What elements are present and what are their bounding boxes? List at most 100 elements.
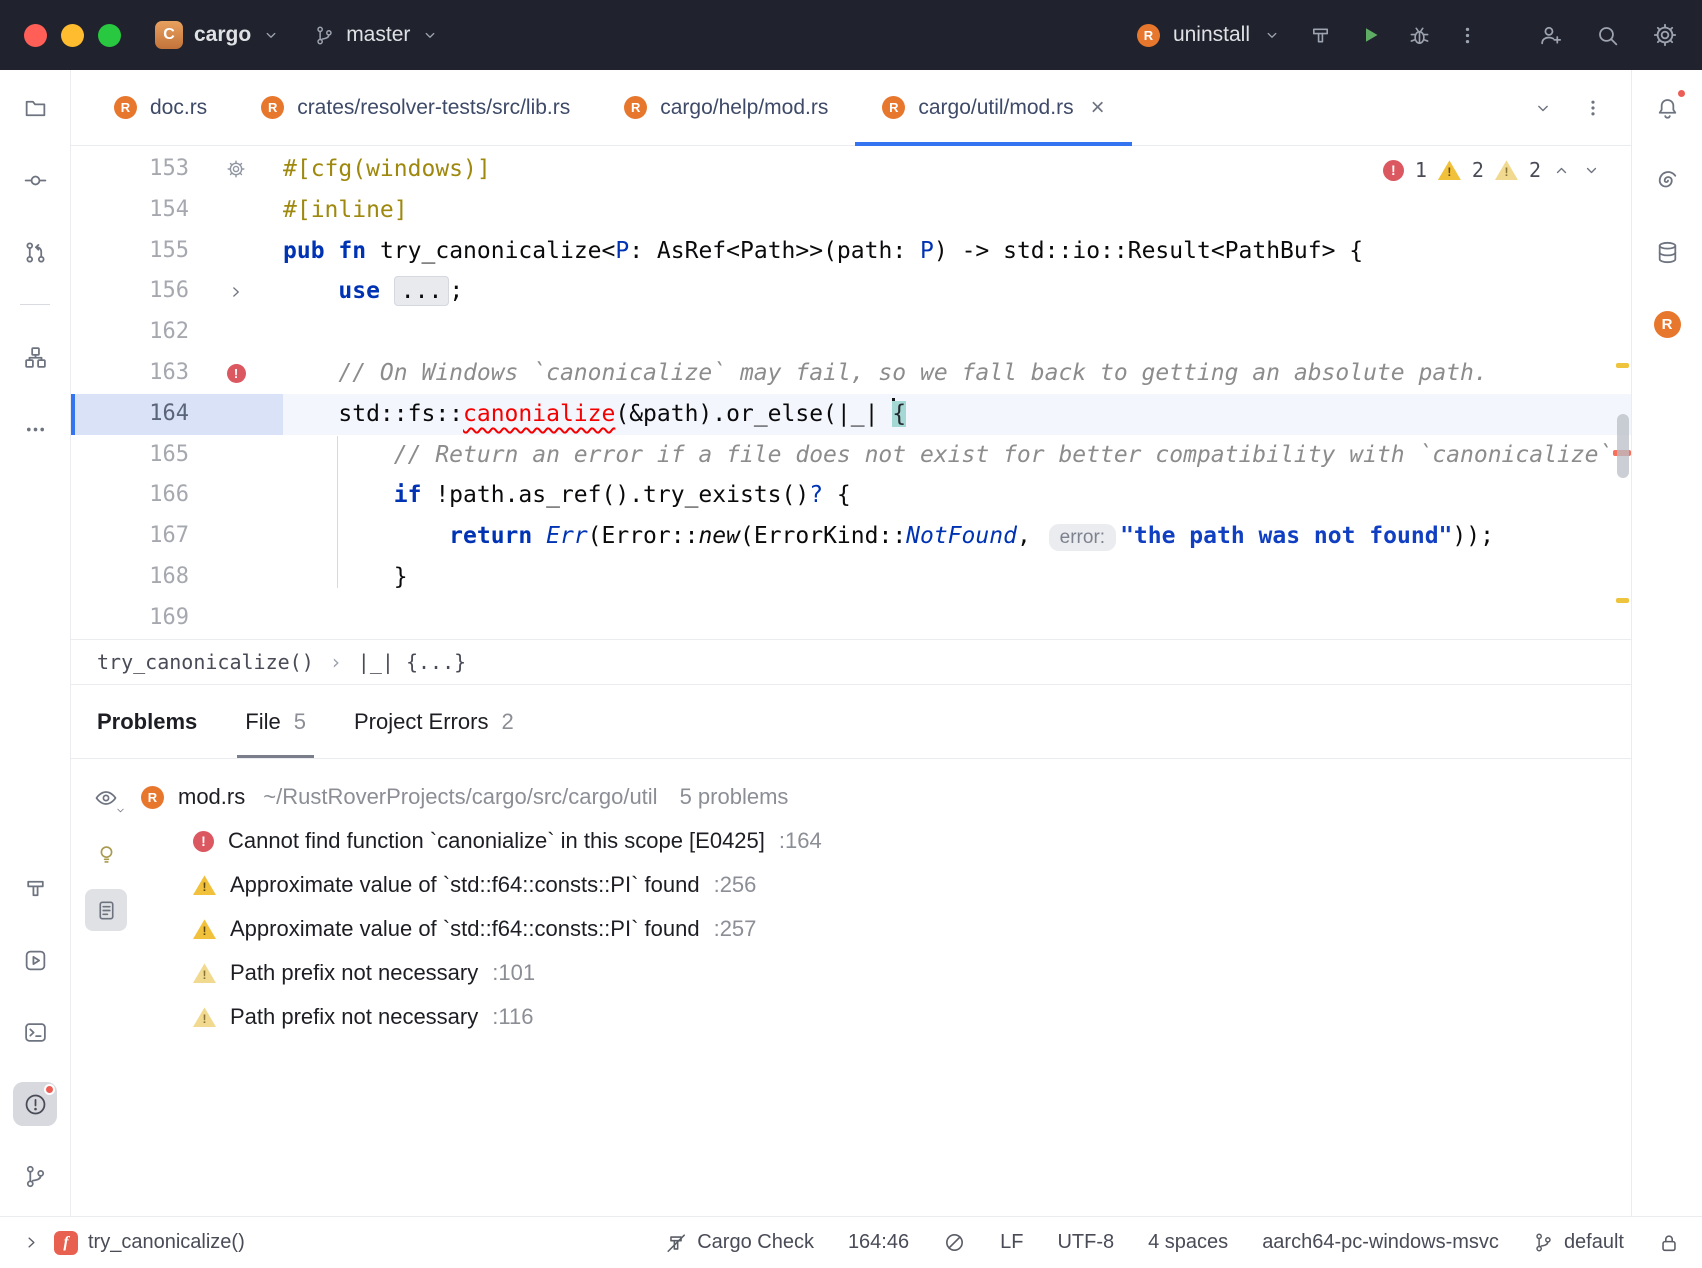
encoding-widget[interactable]: UTF-8	[1057, 1231, 1114, 1254]
vcs-widget[interactable]: default	[1533, 1231, 1624, 1254]
editor-line-155[interactable]: 155 pub fn try_canonicalize<P: AsRef<Path…	[71, 231, 1631, 272]
code-line[interactable]: if !path.as_ref().try_exists()? {	[283, 475, 1631, 516]
line-number[interactable]: 167	[71, 516, 189, 557]
caret-position-widget[interactable]: 164:46	[848, 1231, 909, 1254]
zoom-window-button[interactable]	[98, 24, 121, 47]
warning-stripe-mark[interactable]	[1616, 598, 1629, 603]
code-line[interactable]	[283, 312, 1631, 353]
gutter[interactable]: 155	[71, 231, 283, 272]
line-number[interactable]: 154	[71, 190, 189, 231]
editor-line-169[interactable]: 169	[71, 598, 1631, 639]
line-number[interactable]: 169	[71, 598, 189, 639]
indent-widget[interactable]: 4 spaces	[1148, 1231, 1228, 1254]
close-window-button[interactable]	[24, 24, 47, 47]
line-number[interactable]: 153	[71, 149, 189, 190]
cargo-tool-button[interactable]: R	[1645, 302, 1689, 346]
editor-line-154[interactable]: 154 #[inline]	[71, 190, 1631, 231]
code-line[interactable]: std::fs::canonialize(&path).or_else(|_| …	[283, 394, 1631, 435]
more-tool-windows-button[interactable]	[13, 407, 57, 451]
pull-requests-tool-button[interactable]	[13, 230, 57, 274]
minimize-window-button[interactable]	[61, 24, 84, 47]
gutter[interactable]: 153	[71, 149, 283, 190]
editor-line-164[interactable]: 164 std::fs::canonialize(&path).or_else(…	[71, 394, 1631, 435]
previous-problem-icon[interactable]	[1552, 161, 1571, 180]
gutter[interactable]: 165	[71, 435, 283, 476]
line-number[interactable]: 165	[71, 435, 189, 476]
code-line[interactable]: // On Windows `canonicalize` may fail, s…	[283, 353, 1631, 394]
breadcrumb-item[interactable]: try_canonicalize()	[97, 650, 314, 674]
gutter[interactable]: 166	[71, 475, 283, 516]
line-number[interactable]: 163	[71, 353, 189, 394]
line-number[interactable]: 164	[71, 394, 189, 435]
build-tool-button[interactable]	[13, 866, 57, 910]
editor-tab[interactable]: Rdoc.rs	[87, 70, 234, 145]
services-tool-button[interactable]	[13, 938, 57, 982]
filter-view-options-button[interactable]	[85, 777, 127, 819]
tab-project-errors[interactable]: Project Errors 2	[354, 685, 514, 758]
error-lamp-icon[interactable]: !	[227, 364, 246, 383]
expand-statusbar-icon[interactable]	[22, 1233, 41, 1252]
line-number[interactable]: 162	[71, 312, 189, 353]
gutter[interactable]: 164	[71, 394, 283, 435]
line-number[interactable]: 155	[71, 231, 189, 272]
code-line[interactable]: // Return an error if a file does not ex…	[283, 435, 1631, 476]
editor-line-163[interactable]: 163! // On Windows `canonicalize` may fa…	[71, 353, 1631, 394]
editor-line-165[interactable]: 165 // Return an error if a file does no…	[71, 435, 1631, 476]
problems-file-row[interactable]: Rmod.rs~/RustRoverProjects/cargo/src/car…	[141, 775, 1631, 819]
project-tool-button[interactable]	[13, 86, 57, 130]
gutter[interactable]: 163!	[71, 353, 283, 394]
tab-options-icon[interactable]	[1583, 98, 1603, 118]
close-tab-icon[interactable]: ×	[1091, 96, 1105, 120]
quick-fix-button[interactable]	[85, 833, 127, 875]
cargo-check-widget[interactable]: Cargo Check	[665, 1231, 814, 1254]
vcs-branch-widget[interactable]: master	[314, 23, 439, 47]
debug-button[interactable]	[1408, 24, 1431, 47]
problems-tool-button[interactable]	[13, 1082, 57, 1126]
inspections-widget[interactable]: ! 1 ! 2 ! 2	[1383, 158, 1601, 182]
database-tool-button[interactable]	[1645, 230, 1689, 274]
settings-button[interactable]	[1652, 22, 1678, 48]
open-in-preview-button[interactable]	[85, 889, 127, 931]
git-tool-button[interactable]	[13, 1154, 57, 1198]
gutter[interactable]: 169	[71, 598, 283, 639]
notifications-button[interactable]	[1645, 86, 1689, 130]
gutter[interactable]: 162	[71, 312, 283, 353]
problem-row[interactable]: !Approximate value of `std::f64::consts:…	[141, 907, 1631, 951]
line-number[interactable]: 168	[71, 557, 189, 598]
commit-tool-button[interactable]	[13, 158, 57, 202]
editor-tab[interactable]: Rcargo/util/mod.rs×	[855, 70, 1131, 145]
code-with-me-button[interactable]	[1538, 23, 1563, 48]
target-widget[interactable]: aarch64-pc-windows-msvc	[1262, 1231, 1499, 1254]
problem-row[interactable]: !Path prefix not necessary:116	[141, 995, 1631, 1039]
tab-file[interactable]: File 5	[245, 685, 306, 758]
line-number[interactable]: 156	[71, 271, 189, 312]
editor-scrollbar[interactable]	[1617, 414, 1629, 478]
editor-line-162[interactable]: 162	[71, 312, 1631, 353]
code-line[interactable]: #[inline]	[283, 190, 1631, 231]
code-line[interactable]: return Err(Error::new(ErrorKind::NotFoun…	[283, 516, 1631, 557]
current-function-widget[interactable]: f try_canonicalize()	[54, 1231, 245, 1255]
lock-icon[interactable]	[1658, 1232, 1680, 1254]
search-everywhere-button[interactable]	[1595, 23, 1620, 48]
code-editor[interactable]: 153#[cfg(windows)]154#[inline]155pub fn …	[71, 146, 1631, 639]
code-line[interactable]	[283, 598, 1631, 639]
problem-row[interactable]: !Path prefix not necessary:101	[141, 951, 1631, 995]
gutter-settings-icon[interactable]	[226, 159, 246, 179]
gutter[interactable]: 154	[71, 190, 283, 231]
run-configuration-widget[interactable]: R uninstall	[1137, 23, 1281, 47]
code-line[interactable]: use ...;	[283, 271, 1631, 312]
editor-line-156[interactable]: 156 use ...;	[71, 271, 1631, 312]
editor-line-167[interactable]: 167 return Err(Error::new(ErrorKind::Not…	[71, 516, 1631, 557]
editor-line-166[interactable]: 166 if !path.as_ref().try_exists()? {	[71, 475, 1631, 516]
build-button[interactable]	[1309, 24, 1332, 47]
code-line[interactable]: pub fn try_canonicalize<P: AsRef<Path>>(…	[283, 231, 1631, 272]
run-button[interactable]	[1358, 23, 1382, 47]
next-problem-icon[interactable]	[1582, 161, 1601, 180]
fold-arrow-icon[interactable]	[227, 283, 245, 301]
problem-row[interactable]: !Cannot find function `canonialize` in t…	[141, 819, 1631, 863]
breadcrumb-item[interactable]: |_| {...}	[358, 650, 466, 674]
structure-tool-button[interactable]	[13, 335, 57, 379]
line-number[interactable]: 166	[71, 475, 189, 516]
gutter[interactable]: 168	[71, 557, 283, 598]
ai-assistant-button[interactable]	[1645, 158, 1689, 202]
